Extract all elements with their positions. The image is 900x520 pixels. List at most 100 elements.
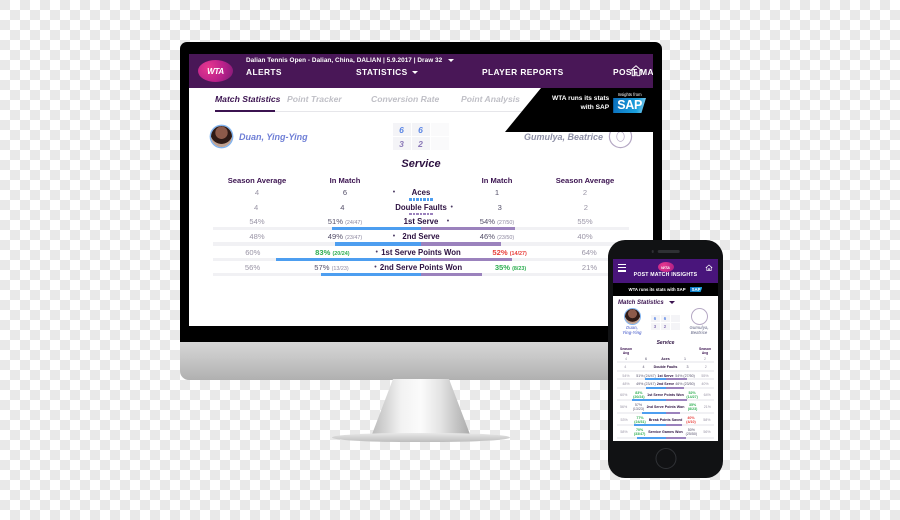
score-cell: 6 [411,123,430,136]
serve-indicator-right: • [450,203,453,211]
phone-stat-bar [617,436,714,439]
stats-rows: 4 6 • Aces 1 2 4 4 Double Faults • 3 2 54% 51% (24/47… [213,188,629,278]
col-in-match-left: In Match [329,176,361,185]
home-icon[interactable] [705,264,713,272]
phone-season-avg-right: 56% [703,430,711,435]
phone-home-button[interactable] [655,448,676,469]
phone-stat-row: 4 4 Double Faults 3 2 [613,365,718,372]
sap-mark: Insights from SAP [613,92,646,113]
score-cell: 6 [392,123,411,136]
nav-item-statistics[interactable]: STATISTICS [356,67,482,77]
phone-section-title[interactable]: Match Statistics [613,296,718,308]
sponsor-insights-label: Insights from [617,92,642,97]
phone-screen: WTA POST MATCH INSIGHTS WTA runs its sta… [613,259,718,441]
serve-indicator-left: • [374,263,377,271]
in-match-left: 6 [342,188,348,197]
phone-in-match-left: 83% (20/24) [633,390,645,399]
phone-stat-label: Aces [661,356,670,361]
tab-point-tracker[interactable]: Point Tracker [287,94,371,104]
stat-bar-right [421,257,512,261]
stat-label: 2nd Serve Points Won [379,262,463,272]
phone-in-match-left: 51% (24/47) [636,373,656,378]
phone-col-season-avg-left: Season Avg [619,346,633,355]
phone-stat-label: 2nd Serve [656,382,675,387]
phone-stat-label: Service Games Won [648,430,683,435]
phone-season-avg-left: 4 [625,356,627,361]
phone-in-match-right: 1 [684,356,686,361]
wta-logo-text: WTA [207,66,224,76]
season-avg-right: 2 [583,202,589,212]
score-cell [430,137,449,150]
phone-season-avg-left: 53% [620,417,628,422]
phone-title: POST MATCH INSIGHTS [633,272,698,278]
phone-stat-row: 54% 51% (24/47) 1st Serve 54% (27/50) 55% [613,374,718,381]
wta-logo-icon: WTA [657,262,674,272]
sponsor-banner: WTA runs its stats with SAP Insights fro… [552,92,646,113]
phone-stat-row: 60% 83% (20/24) 1st Serve Points Won 52% (1… [613,391,718,402]
phone-scoreboard: 6 6 3 2 [650,314,681,330]
home-icon[interactable] [629,64,643,78]
nav-item-alerts[interactable]: ALERTS [246,67,356,77]
season-avg-right: 2 [582,188,588,197]
phone-in-match-right: 50% (25/50) [685,428,698,437]
nav-item-player-reports[interactable]: PLAYER REPORTS [482,67,613,77]
in-match-left: 4 [340,202,345,212]
phone-in-match-right: 54% (27/50) [675,373,695,378]
phone-match-header: Duan, Ying-Ying 6 6 3 2 Gumulya, Beatric… [613,308,718,336]
phone-stat-row: 48% 49% (23/47) 2nd Serve 46% (23/50) 40% [613,382,718,389]
phone-in-match-left: 49% (23/47) [636,382,656,387]
stat-label: 2nd Serve [402,232,440,242]
in-match-right: 54% (27/50) [479,217,515,227]
sap-logo: SAP [613,98,646,113]
phone-in-match-right: 35% (8/23) [687,403,698,412]
monitor-base [332,433,510,442]
tab-conversion-rate[interactable]: Conversion Rate [371,94,461,104]
tab-match-statistics[interactable]: Match Statistics [215,94,287,104]
chevron-down-icon[interactable] [448,58,455,62]
stat-bar-left [275,257,421,261]
phone-stat-bar [617,386,714,389]
score-cell [670,322,680,330]
phone-section-service: Service [656,339,675,346]
phone-stat-bar [617,424,714,427]
phone-in-match-right: 46% (23/50) [675,382,695,387]
phone-in-match-left: 6 [645,356,647,361]
phone-stat-row: 58% 70% (33/47) Service Games Won 50% (25/5… [613,428,718,439]
phone-player-right-name: Gumulya, Beatrice [689,325,709,336]
stat-row: 54% 51% (24/47) 1st Serve • 54% (27/50) 55% [213,217,629,232]
stats-header-row: Season Average In Match In Match Season … [213,176,629,185]
stat-row: 56% 57% (13/23) • 2nd Serve Points Won 35% (… [213,263,629,278]
phone-player-left[interactable]: Duan, Ying-Ying [619,309,645,336]
phone-stat-row: 53% 77% (24/31) Break Points Saved 40% (4/1… [613,416,718,427]
avatar [624,309,640,324]
phone-season-avg-right: 2 [704,365,707,370]
phone-season-avg-right: 64% [703,392,711,397]
serve-indicator-left: • [392,189,396,196]
score-cell: 2 [411,137,430,150]
phone-sponsor-text: WTA runs its stats with SAP [628,287,686,292]
player-left[interactable]: Duan, Ying-Ying [211,126,393,147]
phone-stats-header: Season Avg Season Avg [613,347,718,355]
in-match-left: 83% (20/24) [315,247,350,257]
stat-bar [213,227,629,231]
in-match-right: 1 [494,188,500,197]
season-avg-left: 54% [249,217,265,227]
stat-bar-right [421,242,502,246]
phone-stat-bar [617,369,714,372]
stat-label: 1st Serve Points Won [381,247,461,257]
chevron-down-icon [669,300,676,304]
phone-player-right[interactable]: Gumulya, Beatrice [686,309,712,336]
phone-col-season-avg-right: Season Avg [698,346,712,355]
tab-point-analysis[interactable]: Point Analysis [461,94,520,104]
phone-in-match-right: 40% (4/10) [686,415,696,424]
phone-season-avg-left: 56% [620,405,628,410]
phone-earpiece [657,250,680,253]
phone-in-match-left: 70% (33/47) [633,428,646,437]
stat-bar [213,257,629,261]
phone-stat-label: Double Faults [653,365,678,370]
app-header: WTA Dalian Tennis Open - Dalian, China, … [189,54,653,88]
col-in-match-right: In Match [481,176,513,185]
stat-bar-right [421,227,516,231]
monitor-screen: WTA Dalian Tennis Open - Dalian, China, … [189,54,653,326]
stats-table: Season Average In Match In Match Season … [189,170,653,278]
